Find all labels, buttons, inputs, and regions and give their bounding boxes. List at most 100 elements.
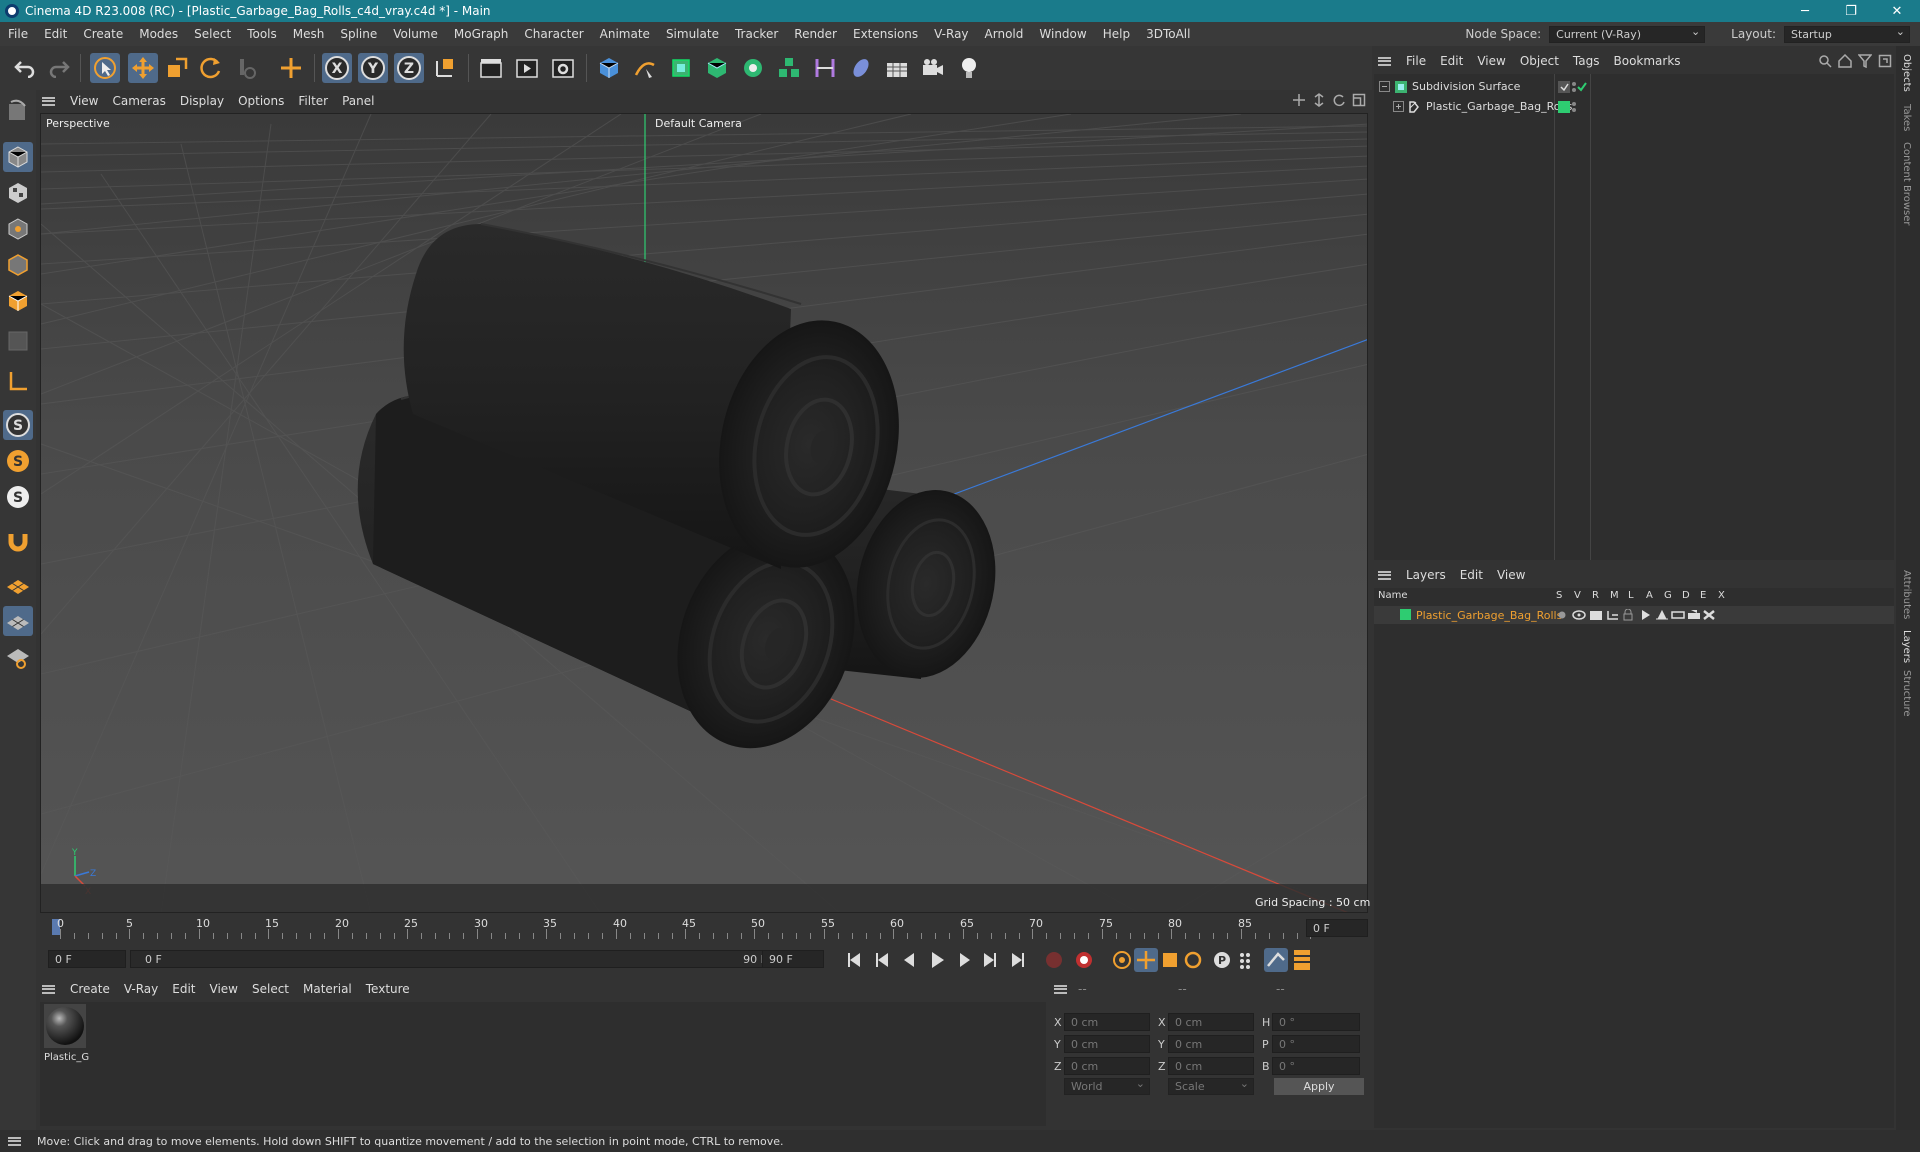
motion-record-button[interactable]	[1264, 948, 1288, 972]
material-menu-texture[interactable]: Texture	[359, 982, 417, 996]
snap-button[interactable]: S	[3, 410, 33, 440]
menu-edit[interactable]: Edit	[36, 27, 75, 41]
size-x-field[interactable]: 0 cm	[1168, 1013, 1254, 1031]
coordinate-space-dropdown[interactable]: World	[1064, 1077, 1150, 1095]
object-new-window-icon[interactable]	[1878, 54, 1892, 68]
x-axis-lock-button[interactable]: X	[322, 53, 352, 83]
side-tab-content-browser[interactable]: Content Browser	[1901, 142, 1912, 225]
viewport-rotate-icon[interactable]	[1332, 93, 1346, 107]
material-menu-create[interactable]: Create	[63, 982, 117, 996]
status-menu-icon[interactable]	[8, 1136, 21, 1146]
menu-vray[interactable]: V-Ray	[926, 27, 976, 41]
model-mode-button[interactable]	[3, 142, 33, 172]
key-pla-button[interactable]	[1240, 953, 1250, 969]
viewport-menu-display[interactable]: Display	[173, 94, 231, 108]
layer-name[interactable]: Plastic_Garbage_Bag_Rolls	[1416, 609, 1562, 622]
material-menu-vray[interactable]: V-Ray	[117, 982, 165, 996]
menu-simulate[interactable]: Simulate	[658, 27, 727, 41]
object-menu-view[interactable]: View	[1470, 54, 1512, 68]
menu-volume[interactable]: Volume	[385, 27, 446, 41]
viewport-menu-icon[interactable]	[42, 96, 55, 106]
key-param-button[interactable]: P	[1214, 952, 1230, 968]
layer-color-swatch[interactable]	[1400, 609, 1411, 620]
material-menu-view[interactable]: View	[203, 982, 245, 996]
viewport-camera-name[interactable]: Default Camera	[655, 117, 742, 130]
side-tab-objects[interactable]: Objects	[1901, 54, 1912, 92]
point-mode-button[interactable]	[3, 214, 33, 244]
edge-mode-button[interactable]	[3, 250, 33, 280]
menu-extensions[interactable]: Extensions	[845, 27, 926, 41]
workplane-button[interactable]	[3, 570, 33, 600]
object-menu-edit[interactable]: Edit	[1433, 54, 1470, 68]
snap-settings-button[interactable]: S	[3, 446, 33, 476]
layer-menu-icon[interactable]	[1378, 570, 1391, 580]
coordinate-system-button[interactable]	[430, 53, 460, 83]
environment-button[interactable]	[846, 53, 876, 83]
size-y-field[interactable]: 0 cm	[1168, 1035, 1254, 1053]
light-button[interactable]	[954, 53, 984, 83]
recent-tool-button[interactable]	[232, 53, 262, 83]
key-scale-button[interactable]	[1163, 953, 1177, 967]
start-frame-field[interactable]: 0 F	[48, 950, 126, 968]
restore-button[interactable]: ❐	[1828, 0, 1874, 22]
menu-modes[interactable]: Modes	[131, 27, 186, 41]
object-menu-object[interactable]: Object	[1513, 54, 1566, 68]
extrude-button[interactable]	[702, 53, 732, 83]
layout-dropdown[interactable]: Startup	[1784, 25, 1910, 43]
viewport-maximize-icon[interactable]	[1352, 93, 1366, 107]
viewport-menu-filter[interactable]: Filter	[291, 94, 335, 108]
menu-animate[interactable]: Animate	[592, 27, 658, 41]
layer-menu-layers[interactable]: Layers	[1399, 568, 1453, 582]
redo-button[interactable]	[44, 53, 74, 83]
menu-arnold[interactable]: Arnold	[977, 27, 1032, 41]
coordinates-menu-icon[interactable]	[1054, 984, 1067, 994]
menu-character[interactable]: Character	[516, 27, 591, 41]
spline-pen-button[interactable]	[630, 53, 660, 83]
floor-button[interactable]	[882, 53, 912, 83]
key-position-button[interactable]	[1134, 948, 1158, 972]
scale-tool-button[interactable]	[162, 53, 192, 83]
menu-mograph[interactable]: MoGraph	[446, 27, 517, 41]
layer-menu-view[interactable]: View	[1490, 568, 1532, 582]
position-x-field[interactable]: 0 cm	[1064, 1013, 1150, 1031]
object-menu-tags[interactable]: Tags	[1566, 54, 1607, 68]
z-axis-lock-button[interactable]: Z	[394, 53, 424, 83]
menu-mesh[interactable]: Mesh	[285, 27, 333, 41]
magnet-tool-button[interactable]	[3, 526, 33, 556]
object-visibility-toggles[interactable]	[1558, 80, 1590, 94]
workplane-snap-button[interactable]: S	[3, 482, 33, 512]
key-rot-button[interactable]	[1184, 951, 1202, 969]
go-to-start-button[interactable]	[848, 953, 860, 967]
object-menu-icon[interactable]	[1378, 56, 1391, 66]
record-keys-button[interactable]	[1046, 952, 1062, 968]
render-settings-button[interactable]	[548, 53, 578, 83]
go-to-end-button[interactable]	[1012, 953, 1024, 967]
object-search-icon[interactable]	[1818, 54, 1832, 68]
object-row-subdivision-surface[interactable]: Subdivision Surface	[1374, 78, 1894, 96]
uv-mode-button[interactable]	[3, 326, 33, 356]
close-button[interactable]: ✕	[1874, 0, 1920, 22]
previous-frame-button[interactable]	[904, 953, 914, 967]
side-tab-attributes[interactable]: Attributes	[1901, 570, 1912, 619]
add-tool-button[interactable]	[276, 53, 306, 83]
layer-menu-edit[interactable]: Edit	[1453, 568, 1490, 582]
rotation-p-field[interactable]: 0 °	[1272, 1035, 1360, 1053]
material-menu-edit[interactable]: Edit	[165, 982, 202, 996]
menu-window[interactable]: Window	[1031, 27, 1094, 41]
previous-key-button[interactable]	[876, 953, 888, 967]
object-home-icon[interactable]	[1838, 54, 1852, 68]
position-y-field[interactable]: 0 cm	[1064, 1035, 1150, 1053]
y-axis-lock-button[interactable]: Y	[358, 53, 388, 83]
key-rotation-button[interactable]	[1113, 951, 1131, 969]
menu-select[interactable]: Select	[186, 27, 239, 41]
frame-range-slider[interactable]: 0 F 90 F	[130, 950, 782, 968]
layer-toggle-icons[interactable]	[1558, 609, 1738, 621]
select-tool-button[interactable]	[90, 53, 120, 83]
polygon-mode-button[interactable]	[3, 286, 33, 316]
timeline-ruler[interactable]: 051015202530354045505560657075808590 0 F	[40, 915, 1368, 941]
menu-render[interactable]: Render	[786, 27, 845, 41]
next-key-button[interactable]	[984, 953, 996, 967]
menu-create[interactable]: Create	[75, 27, 131, 41]
cube-object-button[interactable]	[594, 53, 624, 83]
3d-viewport[interactable]: Y Z X	[40, 113, 1368, 913]
